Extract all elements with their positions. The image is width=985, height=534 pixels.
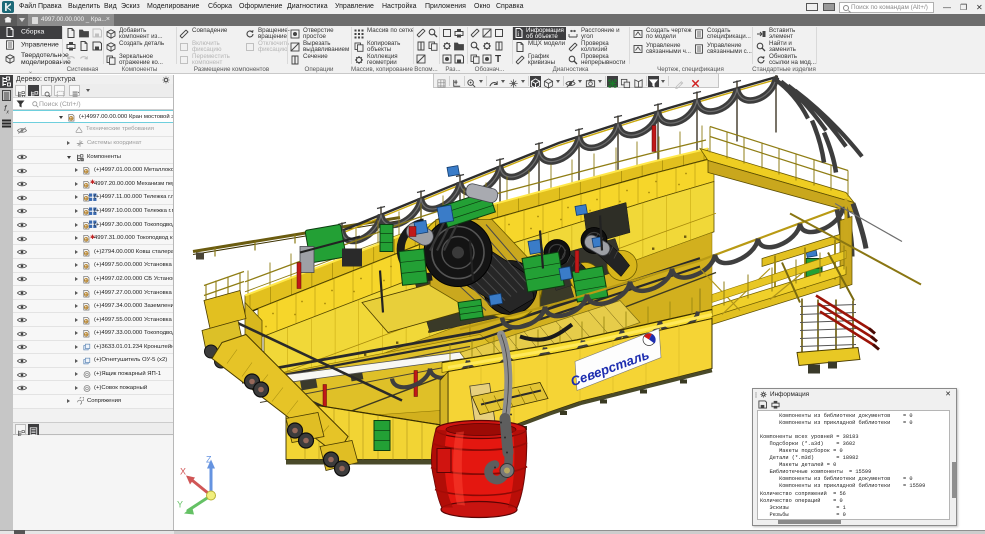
svg-text:Z: Z [206, 454, 212, 464]
svg-text:X: X [180, 466, 186, 476]
svg-text:i: i [517, 30, 519, 38]
svg-text:Y: Y [177, 499, 183, 509]
